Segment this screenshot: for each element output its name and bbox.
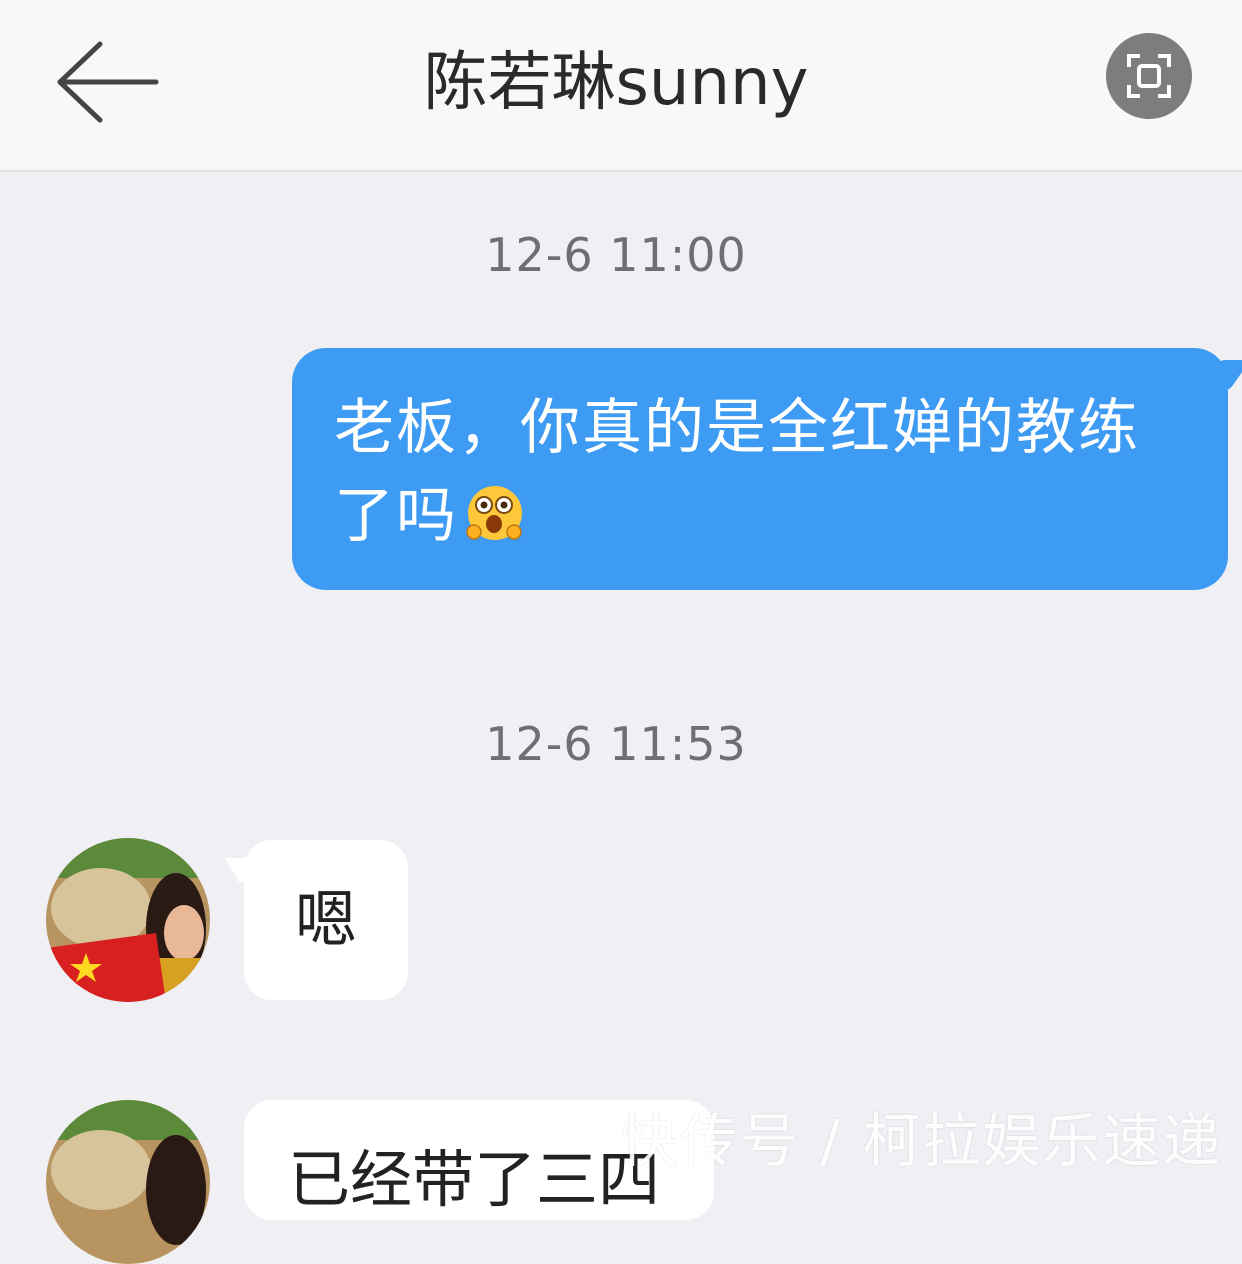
message-timestamp: 12-6 11:00 xyxy=(485,228,747,282)
incoming-message-bubble[interactable]: 嗯 xyxy=(244,840,408,1000)
screenshot-scan-button[interactable] xyxy=(1106,33,1192,119)
chat-title: 陈若琳sunny xyxy=(423,46,809,120)
hugging-face-emoji-icon xyxy=(462,482,528,572)
outgoing-message-bubble[interactable]: 老板，你真的是全红婵的教练 了吗 xyxy=(292,348,1228,590)
message-text: 已经带了三四 xyxy=(288,1143,661,1216)
contact-avatar[interactable] xyxy=(46,838,210,1002)
message-text-line: 老板，你真的是全红婵的教练 xyxy=(334,393,1140,463)
screenshot-scan-icon xyxy=(1127,54,1171,98)
message-text-line: 了吗 xyxy=(334,472,1198,572)
chat-header: 陈若琳sunny xyxy=(0,0,1242,172)
watermark-text: 快传号 / 柯拉娱乐速递 xyxy=(620,1107,1223,1175)
message-text: 嗯 xyxy=(294,883,357,956)
contact-avatar[interactable] xyxy=(46,1100,210,1264)
message-timestamp: 12-6 11:53 xyxy=(485,717,747,771)
